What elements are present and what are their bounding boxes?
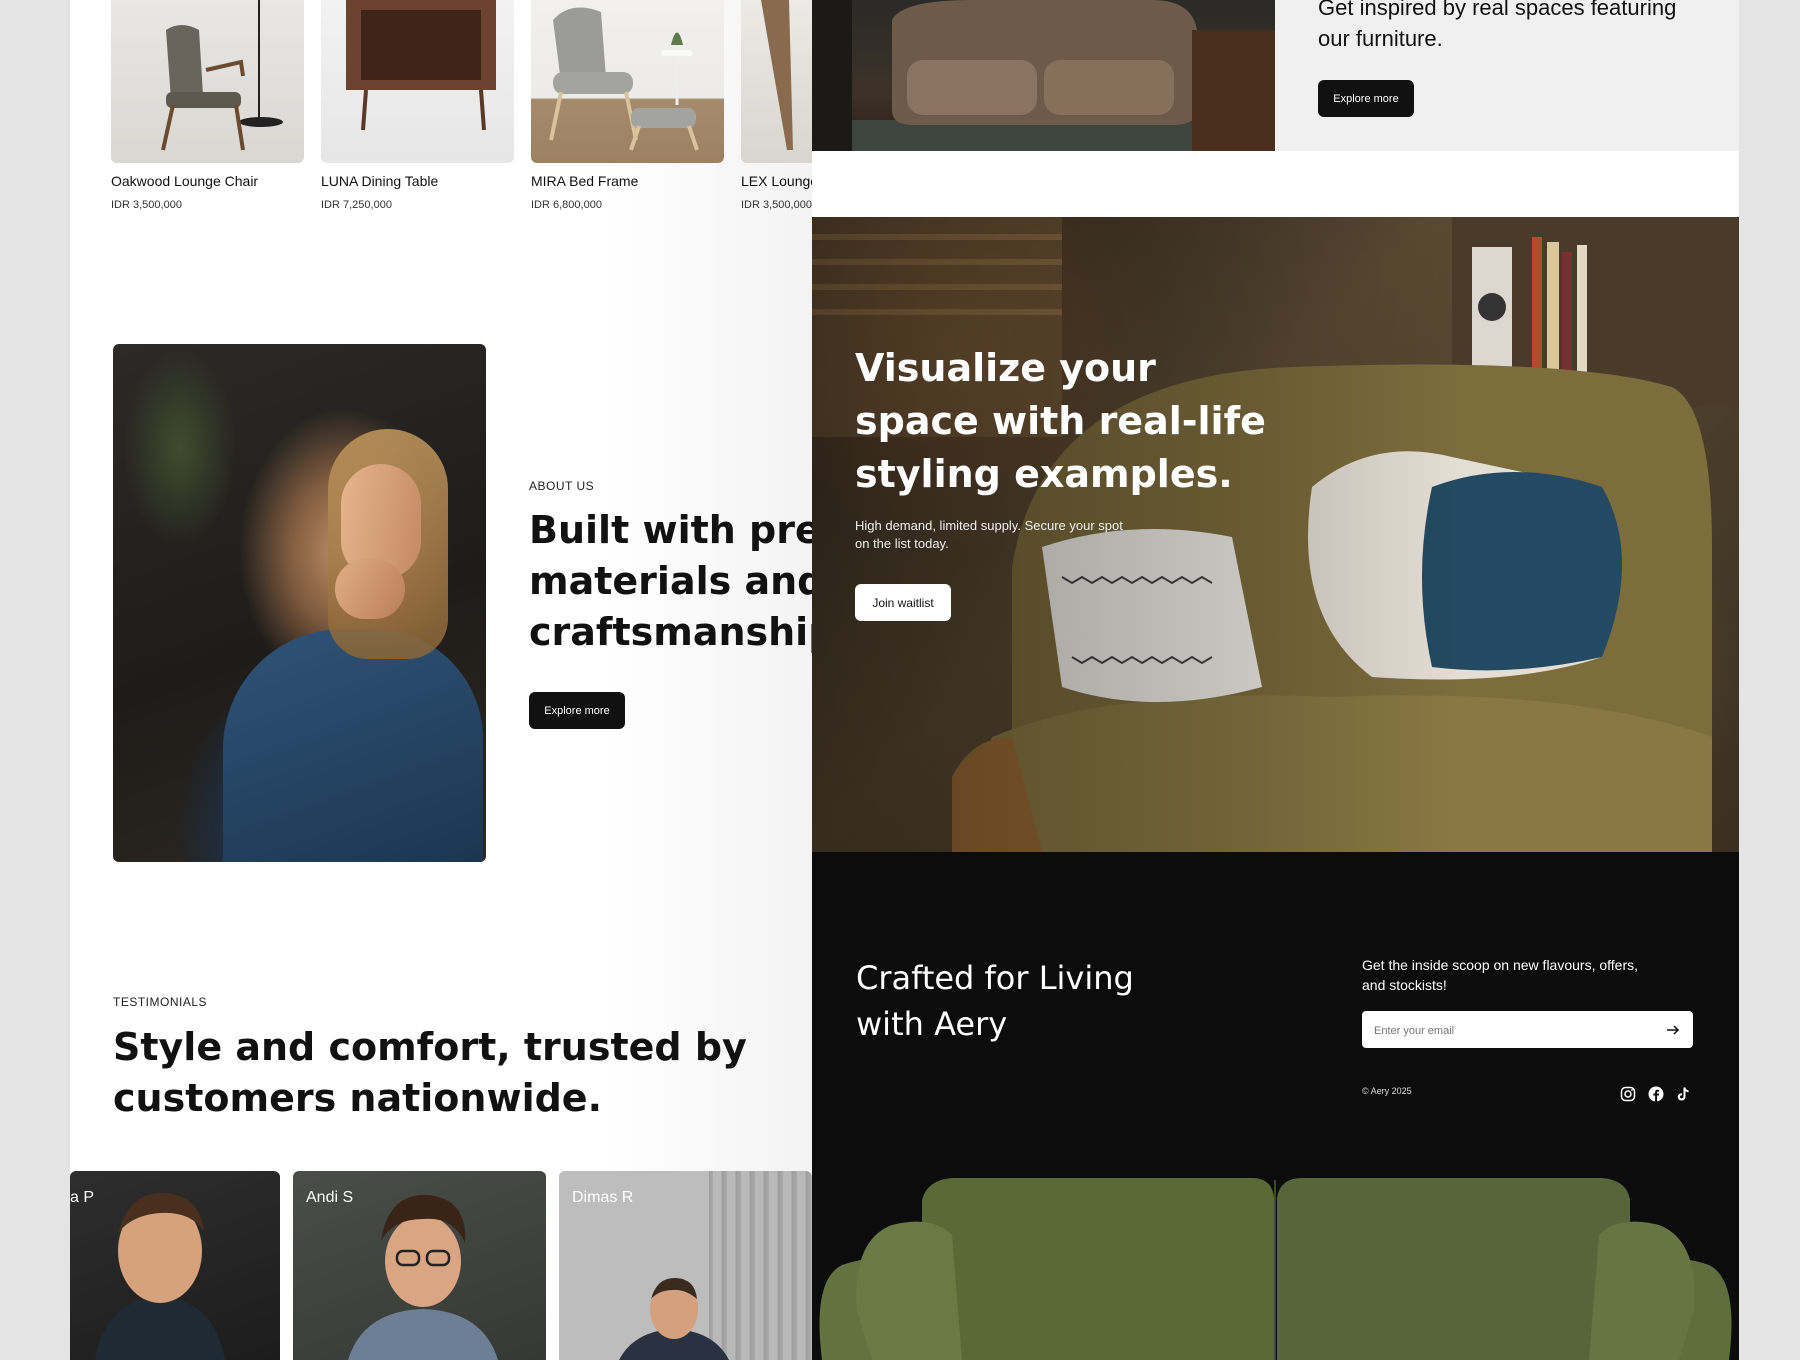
hero-subtext: High demand, limited supply. Secure your…	[855, 518, 1123, 551]
testimonial-card[interactable]: a P	[70, 1171, 280, 1360]
product-name: MIRA Bed Frame	[531, 173, 639, 189]
about-portrait-image	[113, 344, 486, 862]
product-name: LUNA Dining Table	[321, 173, 439, 189]
product-card[interactable]: LUNA Dining Table IDR 7,250,000	[321, 0, 514, 211]
about-heading: Built with prem materials and a craftsma…	[529, 508, 812, 654]
product-image	[111, 0, 304, 163]
hero-armchair-image: Visualize your space with real-life styl…	[812, 217, 1739, 852]
product-price: IDR 7,250,000	[321, 199, 392, 211]
about-eyebrow: ABOUT US	[529, 479, 595, 493]
about-explore-button[interactable]: Explore more	[529, 692, 625, 729]
testimonial-name: Andi S	[306, 1189, 354, 1206]
email-field[interactable]	[1362, 1011, 1693, 1050]
footer-heading: Crafted for Living with Aery	[856, 959, 1134, 1043]
testimonial-card[interactable]: Andi S	[293, 1171, 546, 1360]
tiktok-icon[interactable]	[1674, 1085, 1692, 1103]
product-image	[321, 0, 514, 163]
testimonial-name: a P	[70, 1189, 95, 1206]
newsletter-text: Get the inside scoop on new flavours, of…	[1362, 957, 1639, 993]
right-page-canvas: Get inspired by real spaces featuring ou…	[812, 0, 1739, 1360]
testimonials-eyebrow: TESTIMONIALS	[113, 995, 208, 1009]
hero-heading: Visualize your space with real-life styl…	[855, 346, 1266, 496]
product-card[interactable]: Oakwood Lounge Chair IDR 3,500,000	[111, 0, 304, 211]
product-price: IDR 6,800,000	[531, 199, 602, 211]
product-card[interactable]: MIRA Bed Frame IDR 6,800,000	[531, 0, 724, 211]
product-name: Oakwood Lounge Chair	[111, 173, 259, 189]
inspire-explore-button[interactable]: Explore more	[1318, 80, 1414, 117]
testimonials-heading: Style and comfort, trusted by customers …	[113, 1025, 747, 1120]
product-image	[741, 0, 812, 163]
inspire-panel: Get inspired by real spaces featuring ou…	[1275, 0, 1739, 151]
product-image	[531, 0, 724, 163]
inspire-text: Get inspired by real spaces featuring ou…	[1318, 0, 1677, 51]
inspire-sofa-image	[812, 0, 1275, 151]
product-card[interactable]: LEX Lounge IDR 3,500,000	[741, 0, 812, 211]
facebook-icon[interactable]	[1647, 1085, 1665, 1103]
product-price: IDR 3,500,000	[111, 199, 182, 211]
testimonial-card[interactable]: Dimas R	[559, 1171, 812, 1360]
product-name: LEX Lounge	[741, 173, 812, 189]
testimonial-name: Dimas R	[572, 1189, 634, 1206]
footer: Crafted for Living with Aery Get the ins…	[812, 852, 1739, 1360]
green-sofa-image	[819, 1178, 1732, 1360]
left-page-canvas: Oakwood Lounge Chair IDR 3,500,000 LUNA …	[70, 0, 812, 1360]
copyright-text: © Aery 2025	[1362, 1086, 1412, 1096]
email-input[interactable]	[1372, 1011, 1656, 1050]
product-price: IDR 3,500,000	[741, 199, 812, 211]
join-waitlist-button[interactable]: Join waitlist	[855, 584, 951, 621]
instagram-icon[interactable]	[1619, 1085, 1637, 1103]
arrow-right-icon[interactable]	[1665, 1022, 1681, 1038]
